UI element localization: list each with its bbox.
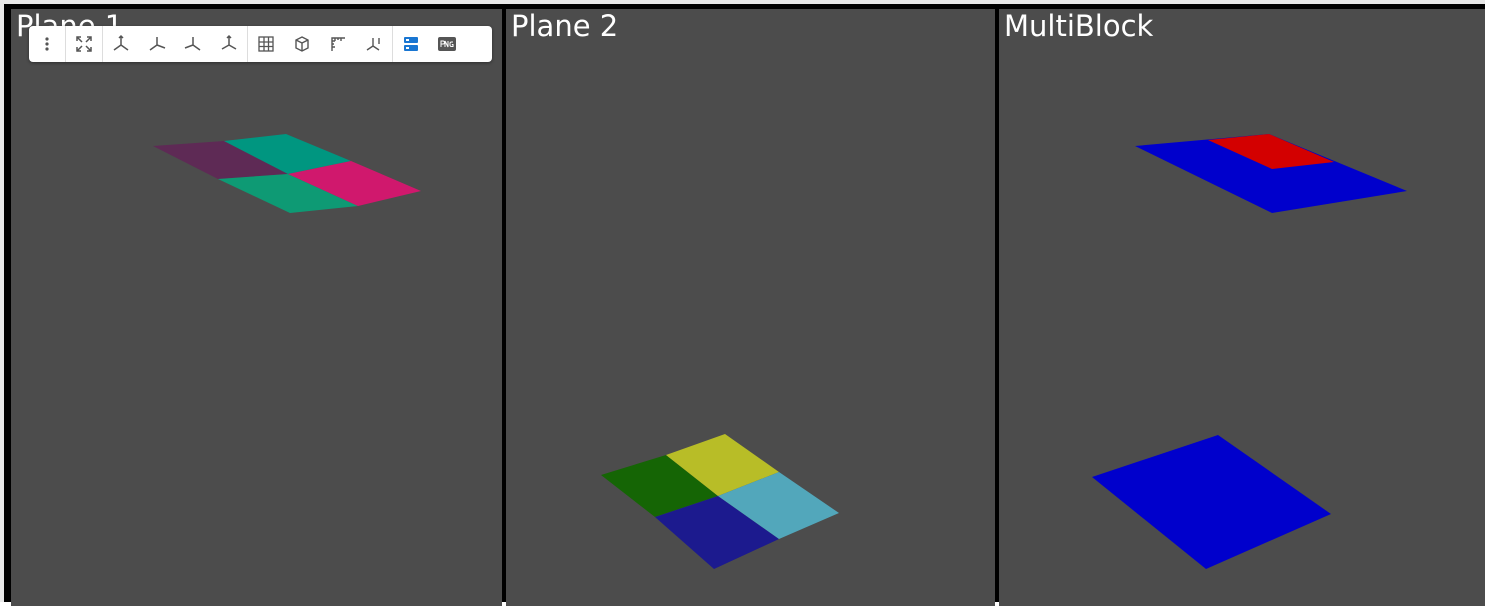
toggle-panel-button[interactable] [393, 26, 429, 62]
viewer-toolbar [29, 26, 492, 62]
grid-toggle-icon [258, 36, 274, 52]
viewport-multiblock[interactable]: MultiBlock [999, 9, 1485, 606]
viewport-plane-1[interactable]: Plane 1 [11, 9, 502, 606]
axis-view-icon [149, 37, 166, 51]
multiblock-render [1092, 134, 1407, 569]
fullscreen-icon [76, 36, 92, 52]
view-axis-x-button[interactable] [103, 26, 139, 62]
view-axis-z-button[interactable] [175, 26, 211, 62]
plane-1-render [153, 134, 421, 213]
viewport-plane-2[interactable]: Plane 2 [506, 9, 995, 606]
viewport-title: MultiBlock [1004, 9, 1154, 43]
toggle-ruler-button[interactable] [320, 26, 356, 62]
axis-view-icon [184, 37, 201, 51]
axis-view-icon [221, 34, 237, 50]
axes-info-button[interactable] [356, 26, 392, 62]
fullscreen-button[interactable] [66, 26, 102, 62]
more-options-button[interactable] [29, 26, 65, 62]
axes-info-icon [366, 38, 380, 51]
view-isometric-button[interactable] [211, 26, 247, 62]
toggle-grid-button[interactable] [248, 26, 284, 62]
ruler-icon [331, 37, 345, 51]
bounding-box-icon [295, 36, 309, 52]
axis-view-icon [113, 34, 129, 51]
plane-2-render [601, 434, 839, 569]
multiblock-block-bottom [1092, 435, 1331, 569]
viewport-title: Plane 2 [511, 9, 619, 43]
panel-toggle-icon [404, 37, 418, 51]
more-vertical-icon [45, 37, 49, 51]
view-axis-y-button[interactable] [139, 26, 175, 62]
toggle-bounds-button[interactable] [284, 26, 320, 62]
render-window-frame: Plane 1 Plane 2 MultiBlock [0, 0, 1485, 606]
export-png-button[interactable] [429, 26, 465, 62]
png-export-icon [438, 37, 456, 51]
